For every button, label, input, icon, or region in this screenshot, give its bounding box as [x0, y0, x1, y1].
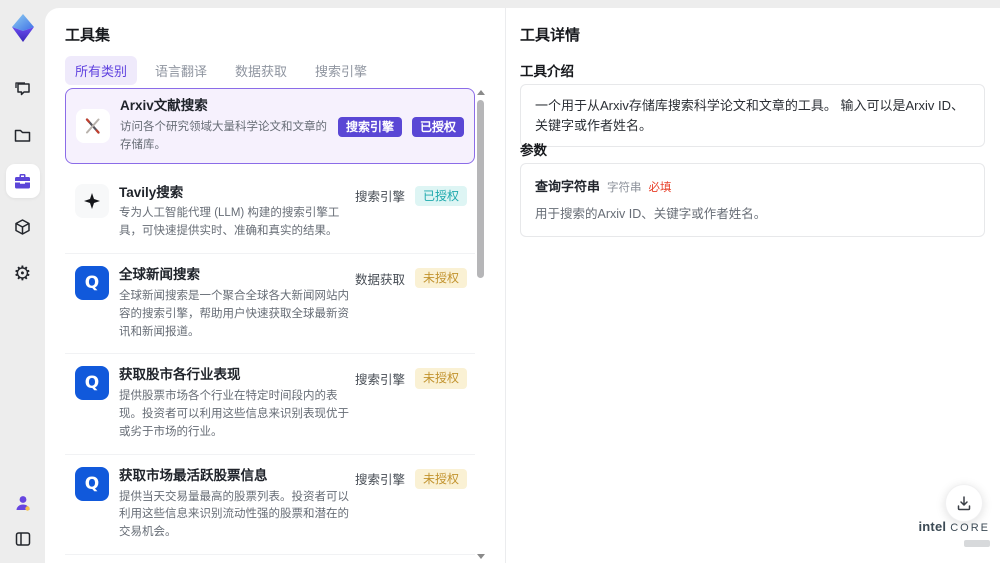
tool-item-sector-performance[interactable]: Q 获取股市各行业表现 提供股票市场各个行业在特定时间段内的表现。投资者可以利用… [65, 354, 475, 455]
category-label: 搜索引擎 [354, 373, 405, 388]
page-title: 工具集 [65, 27, 111, 44]
download-icon [957, 496, 971, 511]
intro-text: 一个用于从Arxiv存储库搜索科学论文和文章的工具。 输入可以是Arxiv ID… [535, 98, 965, 133]
download-button[interactable] [945, 484, 983, 522]
user-avatar-icon[interactable] [9, 489, 37, 517]
settings-gear-icon[interactable]: ⚙ [6, 256, 40, 290]
scroll-up-arrow-icon[interactable] [477, 90, 485, 95]
param-desc: 用于搜索的Arxiv ID、关键字或作者姓名。 [535, 207, 767, 221]
chat-icon[interactable] [6, 72, 40, 106]
tool-name: 获取市场最活跃股票信息 [119, 467, 268, 483]
category-badge: 搜索引擎 [337, 116, 402, 137]
auth-badge: 未授权 [414, 368, 467, 389]
main-content: 工具集 所有类别 语言翻译 数据获取 搜索引擎 Arxiv文献搜索 访问各个研究… [45, 8, 1000, 563]
param-name: 查询字符串 [535, 179, 601, 194]
tool-details-panel: 工具详情 工具介绍 一个用于从Arxiv存储库搜索科学论文和文章的工具。 输入可… [506, 8, 1000, 563]
params-heading: 参数 [520, 143, 547, 158]
tool-item-arxiv[interactable]: Arxiv文献搜索 访问各个研究领域大量科学论文和文章的存储库。 搜索引擎 已授… [65, 88, 475, 164]
collapse-panel-icon[interactable] [9, 525, 37, 553]
category-label: 搜索引擎 [354, 190, 405, 205]
tool-item-most-active-stocks[interactable]: Q 获取市场最活跃股票信息 提供当天交易量最高的股票列表。投资者可以利用这些信息… [65, 455, 475, 556]
stock-logo-icon: Q [75, 466, 109, 501]
category-tabs: 所有类别 语言翻译 数据获取 搜索引擎 [65, 56, 377, 85]
app-logo-icon[interactable] [8, 12, 38, 44]
tool-list-panel: 工具集 所有类别 语言翻译 数据获取 搜索引擎 Arxiv文献搜索 访问各个研究… [45, 8, 505, 563]
tab-language-translation[interactable]: 语言翻译 [145, 56, 217, 85]
tool-desc: 专为人工智能代理 (LLM) 构建的搜索引擎工具，可快速提供实时、准确和真实的结… [119, 207, 340, 238]
tool-item-tavily[interactable]: Tavily搜索 专为人工智能代理 (LLM) 构建的搜索引擎工具，可快速提供实… [65, 172, 475, 255]
tool-name: Arxiv文献搜索 [120, 98, 208, 113]
sidebar-nav: ⚙ [5, 72, 40, 290]
intel-core-logo: intel CORE [918, 519, 990, 551]
news-logo-icon: Q [75, 266, 109, 301]
details-title: 工具详情 [520, 27, 581, 44]
core-wordmark: CORE [950, 522, 990, 534]
tool-item-global-news[interactable]: Q 全球新闻搜索 全球新闻搜索是一个聚合全球各大新闻网站内容的搜索引擎，帮助用户… [65, 254, 475, 355]
stock-logo-icon: Q [75, 366, 109, 401]
intel-sub-badge [964, 540, 990, 547]
list-scrollbar[interactable] [476, 88, 485, 561]
tool-name: Tavily搜索 [119, 184, 184, 200]
toolbox-icon[interactable] [5, 164, 40, 198]
intel-wordmark: intel [918, 519, 947, 534]
tool-name: 全球新闻搜索 [119, 267, 200, 283]
auth-badge: 已授权 [411, 116, 464, 137]
tab-all-categories[interactable]: 所有类别 [65, 56, 138, 85]
tool-desc: 提供当天交易量最高的股票列表。投资者可以利用这些信息来识别流动性强的股票和潜在的… [119, 490, 349, 539]
param-type: 字符串 [607, 182, 642, 194]
intro-heading: 工具介绍 [520, 64, 574, 79]
cube-icon[interactable] [6, 210, 40, 244]
arxiv-logo-icon [76, 108, 110, 143]
tool-desc: 提供股票市场各个行业在特定时间段内的表现。投资者可以利用这些信息来识别表现优于或… [119, 390, 349, 438]
tavily-star-icon [75, 183, 109, 218]
param-box: 查询字符串 字符串 必填 用于搜索的Arxiv ID、关键字或作者姓名。 [520, 163, 985, 237]
scroll-down-arrow-icon[interactable] [477, 554, 485, 559]
folder-icon[interactable] [6, 118, 40, 152]
param-required-badge: 必填 [648, 182, 672, 194]
category-label: 搜索引擎 [354, 473, 405, 488]
auth-badge: 已授权 [414, 185, 467, 206]
scrollbar-thumb[interactable] [477, 100, 484, 278]
tool-name: 获取股市各行业表现 [119, 367, 241, 383]
tool-list: Arxiv文献搜索 访问各个研究领域大量科学论文和文章的存储库。 搜索引擎 已授… [65, 88, 475, 563]
auth-badge: 未授权 [414, 468, 467, 490]
sidebar: ⚙ [0, 0, 45, 563]
tool-desc: 全球新闻搜索是一个聚合全球各大新闻网站内容的搜索引擎，帮助用户快速获取全球最新资… [119, 289, 349, 338]
tab-search-engine[interactable]: 搜索引擎 [305, 56, 377, 85]
tool-desc: 访问各个研究领域大量科学论文和文章的存储库。 [120, 120, 327, 151]
auth-badge: 未授权 [414, 268, 467, 289]
tool-item-regional-news[interactable]: 万维地区新闻查询 查询具体行政区划内的新闻，快速了解各地新闻动态 搜索引擎 未授… [65, 555, 475, 563]
intro-box: 一个用于从Arxiv存储库搜索科学论文和文章的工具。 输入可以是Arxiv ID… [520, 84, 985, 147]
category-label: 数据获取 [354, 272, 405, 287]
tab-data-fetch[interactable]: 数据获取 [225, 56, 297, 85]
